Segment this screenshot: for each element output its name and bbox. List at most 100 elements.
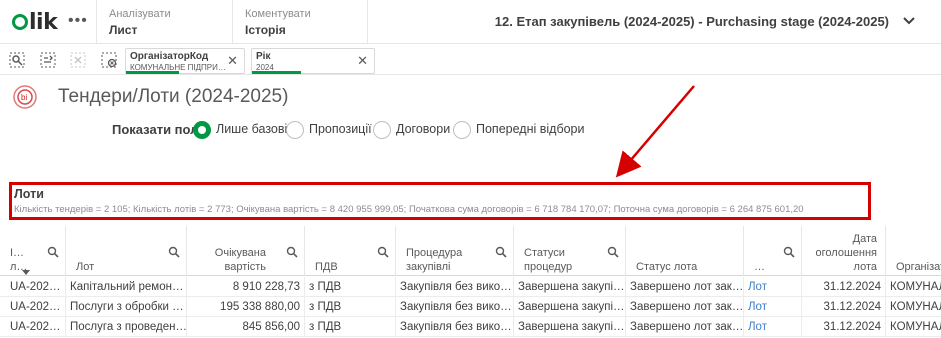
sheet-logo-icon: bi [12,84,38,110]
table-cell: КОМУНАЛ [886,277,941,297]
column-header[interactable]: Статус лота [626,226,744,276]
search-icon[interactable] [495,245,507,258]
table-row[interactable]: UA-202… Капітальний ремон… 8 910 228,73 з П… [0,277,941,297]
table-cell: 31.12.2024 [802,297,886,317]
table-row[interactable]: UA-202… Послуга з проведен… 845 856,00 з ПД… [0,317,941,337]
close-icon[interactable]: ✕ [357,53,368,69]
ellipsis-icon[interactable]: ••• [68,12,88,30]
chip-fill-bar [252,71,301,74]
search-icon[interactable] [607,245,619,258]
tab-narrate-story[interactable]: Коментувати Історія [232,0,368,44]
table-cell: 31.12.2024 [802,317,886,337]
table-cell: Завершено лот зак… [626,297,744,317]
column-header-label: ПДВ [315,261,338,273]
logo-text: lik [29,10,58,35]
column-header-label: … [754,261,765,273]
table-cell: з ПДВ [305,277,396,297]
highlight-box [9,182,871,220]
column-header-label: Статус лота [636,261,698,273]
tab-main-label: Історія [245,23,286,37]
lot-link[interactable]: Лот [744,297,802,317]
table-cell: 8 910 228,73 [187,277,305,297]
smart-search-icon[interactable] [9,52,25,68]
table-cell: Завершена закупі… [514,317,626,337]
column-header[interactable]: Лот [66,226,187,276]
column-header-label: Організато [896,261,941,273]
selections-tool-icon[interactable] [40,52,56,68]
app-title[interactable]: 12. Етап закупівель (2024-2025) - Purcha… [495,14,889,29]
column-header[interactable]: ПДВ [305,226,396,276]
table-cell: Завершена закупі… [514,277,626,297]
radio-label: Пропозиції [309,122,372,136]
qlik-logo[interactable]: lik [12,10,58,35]
search-icon[interactable] [47,245,59,258]
close-icon[interactable]: ✕ [227,53,238,69]
sort-descending-icon[interactable] [22,270,30,275]
column-header-label: Процедура закупівлі [406,247,463,273]
column-header[interactable]: Очікувана вартість [187,226,305,276]
column-header-label: Статуси процедур [524,247,573,273]
radio-circle[interactable] [373,121,391,139]
column-header[interactable]: Дата оголошення лота [802,226,886,276]
table-cell: UA-202… [0,277,66,297]
radio-circle[interactable] [453,121,471,139]
tab-analyze-sheet[interactable]: Аналізувати Лист [96,0,232,44]
column-header-label: Очікувана вартість [214,247,266,273]
svg-text:bi: bi [21,93,27,102]
table-row[interactable]: UA-202… Послуги з обробки … 195 338 880,00… [0,297,941,317]
radio-basic-only[interactable]: Лише базові [193,121,287,139]
chip-title: ОрганізаторКод [130,51,209,62]
selection-chip-organizer[interactable]: ОрганізаторКод КОМУНАЛЬНЕ ПІДПРИ… ✕ [125,48,245,74]
column-header-label: Дата оголошення лота [815,233,877,273]
lot-link[interactable]: Лот [744,277,802,297]
table-cell: Завершено лот зак… [626,317,744,337]
search-icon[interactable] [168,245,180,258]
column-header[interactable]: … [744,226,802,276]
selection-chip-year[interactable]: Рік 2024 ✕ [251,48,375,74]
table-cell: Закупівля без вико… [396,317,514,337]
chip-title: Рік [256,51,271,62]
top-navigation-bar: lik ••• Аналізувати Лист Коментувати Іст… [0,0,941,44]
lot-link[interactable]: Лот [744,317,802,337]
table-cell: UA-202… [0,297,66,317]
radio-label: Попередні відбори [476,122,585,136]
table-cell: з ПДВ [305,297,396,317]
tab-main-label: Лист [109,23,138,37]
table-cell: Завершено лот зак… [626,277,744,297]
radio-label: Договори [396,122,451,136]
radio-contracts[interactable]: Договори [373,121,453,139]
table-cell: Послуга з проведен… [66,317,187,337]
table-cell: Закупівля без вико… [396,297,514,317]
tab-sub-label: Аналізувати [109,8,171,20]
selections-bar: ОрганізаторКод КОМУНАЛЬНЕ ПІДПРИ… ✕ Рік … [0,45,941,75]
table-cell: Капітальний ремон… [66,277,187,297]
radio-circle[interactable] [286,121,304,139]
radio-prequalification[interactable]: Попередні відбори [453,121,585,139]
table-cell: 195 338 880,00 [187,297,305,317]
column-header-label: Лот [76,261,95,273]
table-cell: UA-202… [0,317,66,337]
table-cell: з ПДВ [305,317,396,337]
search-icon[interactable] [286,245,298,258]
sheet-title: Тендери/Лоти (2024-2025) [58,86,289,107]
chip-fill-bar [126,71,180,74]
table-cell: Послуги з обробки … [66,297,187,317]
column-header[interactable]: І… л… [0,226,66,276]
radio-circle[interactable] [193,121,211,139]
step-forward-icon [70,52,86,68]
table-cell: Закупівля без вико… [396,277,514,297]
table-cell: Завершена закупі… [514,297,626,317]
search-icon[interactable] [783,245,795,258]
table-cell: 31.12.2024 [802,277,886,297]
table-cell: 845 856,00 [187,317,305,337]
table-cell: КОМУНАЛ [886,317,941,337]
search-icon[interactable] [377,245,389,258]
column-header[interactable]: Процедура закупівлі [396,226,514,276]
column-header[interactable]: Організато [886,226,941,276]
clear-all-icon[interactable] [101,52,117,68]
chevron-down-icon[interactable] [903,13,915,29]
radio-proposals[interactable]: Пропозиції [286,121,372,139]
tab-sub-label: Коментувати [245,8,311,20]
column-header[interactable]: Статуси процедур [514,226,626,276]
radio-label: Лише базові [216,122,288,136]
